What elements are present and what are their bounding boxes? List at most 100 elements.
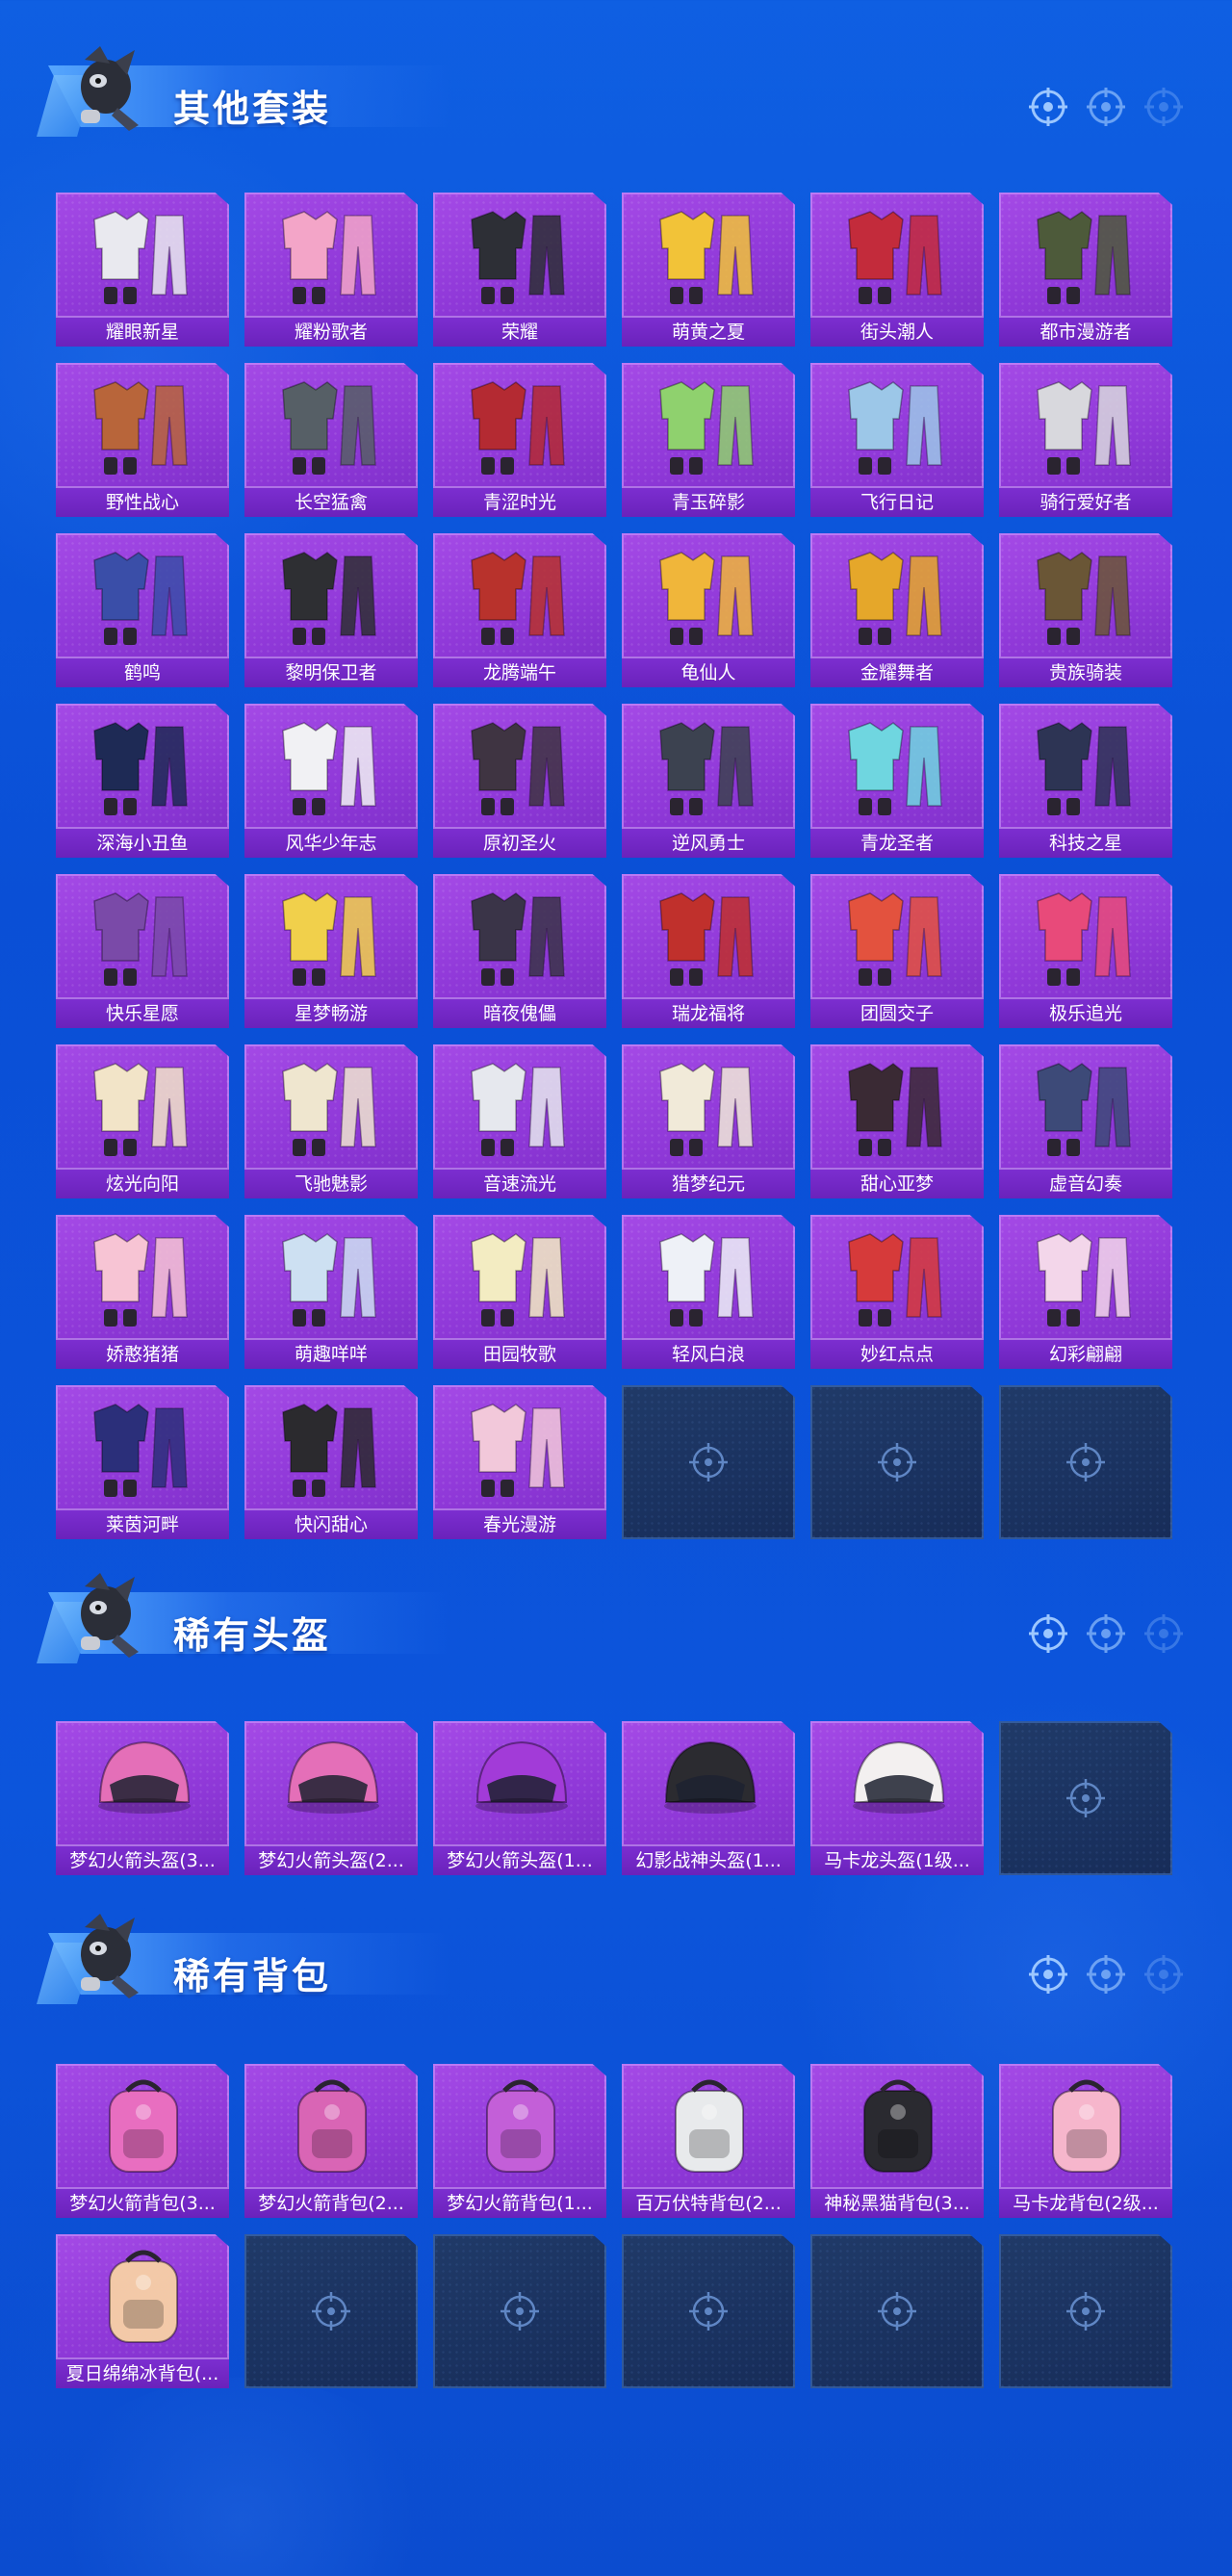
outfit-icon bbox=[848, 1233, 942, 1327]
item-card[interactable]: 金耀舞者 bbox=[810, 533, 984, 687]
item-label: 幻彩翩翩 bbox=[999, 1338, 1172, 1369]
outfit-icon bbox=[1037, 552, 1131, 645]
item-card[interactable]: 音速流光 bbox=[433, 1044, 606, 1198]
item-card[interactable]: 田园牧歌 bbox=[433, 1215, 606, 1369]
item-card[interactable]: 龙腾端午 bbox=[433, 533, 606, 687]
item-card[interactable]: 荣耀 bbox=[433, 193, 606, 347]
item-card[interactable]: 炫光向阳 bbox=[56, 1044, 229, 1198]
outfit-icon bbox=[1037, 211, 1131, 304]
decor-targets bbox=[1028, 87, 1184, 127]
item-card[interactable]: 耀眼新星 bbox=[56, 193, 229, 347]
item-label: 萌黄之夏 bbox=[622, 316, 795, 347]
item-card[interactable]: 青涩时光 bbox=[433, 363, 606, 517]
item-card[interactable]: 虚音幻奏 bbox=[999, 1044, 1172, 1198]
item-label: 青涩时光 bbox=[433, 486, 606, 517]
item-card[interactable]: 原初圣火 bbox=[433, 704, 606, 858]
item-card[interactable]: 青龙圣者 bbox=[810, 704, 984, 858]
item-card[interactable]: 科技之星 bbox=[999, 704, 1172, 858]
outfit-icon bbox=[848, 552, 942, 645]
crosshair-icon bbox=[500, 2292, 539, 2331]
item-card[interactable]: 都市漫游者 bbox=[999, 193, 1172, 347]
item-label: 马卡龙背包(2级... bbox=[999, 2187, 1172, 2218]
item-label: 梦幻火箭背包(2... bbox=[244, 2187, 418, 2218]
item-card[interactable]: 梦幻火箭背包(2... bbox=[244, 2064, 418, 2218]
outfit-icon bbox=[659, 211, 754, 304]
item-card[interactable]: 暗夜傀儡 bbox=[433, 874, 606, 1028]
outfit-icon bbox=[282, 381, 376, 475]
item-card[interactable]: 龟仙人 bbox=[622, 533, 795, 687]
item-card[interactable]: 星梦畅游 bbox=[244, 874, 418, 1028]
item-label: 野性战心 bbox=[56, 486, 229, 517]
outfit-icon bbox=[282, 1233, 376, 1327]
outfit-icon bbox=[659, 892, 754, 986]
item-card[interactable]: 马卡龙头盔(1级... bbox=[810, 1721, 984, 1875]
item-label: 梦幻火箭头盔(2... bbox=[244, 1844, 418, 1875]
item-card[interactable]: 骑行爱好者 bbox=[999, 363, 1172, 517]
item-card[interactable]: 夏日绵绵冰背包(... bbox=[56, 2234, 229, 2388]
item-card[interactable]: 神秘黑猫背包(3... bbox=[810, 2064, 984, 2218]
outfit-icon bbox=[93, 381, 188, 475]
item-label: 贵族骑装 bbox=[999, 657, 1172, 687]
item-label: 夏日绵绵冰背包(... bbox=[56, 2357, 229, 2388]
outfit-icon bbox=[282, 1404, 376, 1497]
outfit-icon bbox=[471, 1063, 565, 1156]
item-card[interactable]: 野性战心 bbox=[56, 363, 229, 517]
item-label: 莱茵河畔 bbox=[56, 1508, 229, 1539]
outfit-icon bbox=[93, 892, 188, 986]
crosshair-icon bbox=[1066, 1779, 1105, 1817]
item-card[interactable]: 马卡龙背包(2级... bbox=[999, 2064, 1172, 2218]
item-card[interactable]: 黎明保卫者 bbox=[244, 533, 418, 687]
item-card[interactable]: 贵族骑装 bbox=[999, 533, 1172, 687]
outfit-icon bbox=[93, 1233, 188, 1327]
backpack-icon bbox=[486, 2079, 555, 2173]
item-card[interactable]: 快闪甜心 bbox=[244, 1385, 418, 1539]
item-card[interactable]: 猎梦纪元 bbox=[622, 1044, 795, 1198]
item-card[interactable]: 甜心亚梦 bbox=[810, 1044, 984, 1198]
outfit-icon bbox=[659, 1233, 754, 1327]
item-card[interactable]: 幻彩翩翩 bbox=[999, 1215, 1172, 1369]
outfit-icon bbox=[471, 1404, 565, 1497]
outfit-icon bbox=[1037, 722, 1131, 815]
outfit-icon bbox=[282, 552, 376, 645]
item-card[interactable]: 梦幻火箭头盔(2... bbox=[244, 1721, 418, 1875]
item-card[interactable]: 萌趣咩咩 bbox=[244, 1215, 418, 1369]
item-label: 骑行爱好者 bbox=[999, 486, 1172, 517]
item-card[interactable]: 逆风勇士 bbox=[622, 704, 795, 858]
item-card[interactable]: 耀粉歌者 bbox=[244, 193, 418, 347]
item-card[interactable]: 快乐星愿 bbox=[56, 874, 229, 1028]
item-card[interactable]: 团圆交子 bbox=[810, 874, 984, 1028]
item-card[interactable]: 飞驰魅影 bbox=[244, 1044, 418, 1198]
item-label: 梦幻火箭头盔(3... bbox=[56, 1844, 229, 1875]
item-card[interactable]: 瑞龙福将 bbox=[622, 874, 795, 1028]
item-card[interactable]: 深海小丑鱼 bbox=[56, 704, 229, 858]
item-card[interactable]: 风华少年志 bbox=[244, 704, 418, 858]
outfit-icon bbox=[282, 892, 376, 986]
item-card[interactable]: 飞行日记 bbox=[810, 363, 984, 517]
item-card[interactable]: 青玉碎影 bbox=[622, 363, 795, 517]
item-card[interactable]: 莱茵河畔 bbox=[56, 1385, 229, 1539]
item-card[interactable]: 娇憨猪猪 bbox=[56, 1215, 229, 1369]
item-card[interactable]: 萌黄之夏 bbox=[622, 193, 795, 347]
item-label: 梦幻火箭头盔(1... bbox=[433, 1844, 606, 1875]
item-card[interactable]: 春光漫游 bbox=[433, 1385, 606, 1539]
item-card[interactable]: 梦幻火箭背包(3... bbox=[56, 2064, 229, 2218]
outfit-icon bbox=[1037, 1063, 1131, 1156]
item-label: 科技之星 bbox=[999, 827, 1172, 858]
item-grid: 梦幻火箭背包(3... 梦幻火箭背包(2... 梦幻火箭背包(1... 百万伏特背包(… bbox=[56, 2064, 1172, 2388]
item-card[interactable]: 幻影战神头盔(1... bbox=[622, 1721, 795, 1875]
item-card[interactable]: 轻风白浪 bbox=[622, 1215, 795, 1369]
outfit-icon bbox=[282, 1063, 376, 1156]
empty-slot bbox=[433, 2234, 606, 2388]
item-card[interactable]: 百万伏特背包(2... bbox=[622, 2064, 795, 2218]
item-card[interactable]: 街头潮人 bbox=[810, 193, 984, 347]
outfit-icon bbox=[471, 381, 565, 475]
item-card[interactable]: 妙红点点 bbox=[810, 1215, 984, 1369]
item-card[interactable]: 鹤鸣 bbox=[56, 533, 229, 687]
item-card[interactable]: 梦幻火箭背包(1... bbox=[433, 2064, 606, 2218]
item-card[interactable]: 极乐追光 bbox=[999, 874, 1172, 1028]
empty-slot bbox=[999, 2234, 1172, 2388]
helmet-icon bbox=[98, 1740, 191, 1814]
item-card[interactable]: 梦幻火箭头盔(3... bbox=[56, 1721, 229, 1875]
item-card[interactable]: 长空猛禽 bbox=[244, 363, 418, 517]
item-card[interactable]: 梦幻火箭头盔(1... bbox=[433, 1721, 606, 1875]
